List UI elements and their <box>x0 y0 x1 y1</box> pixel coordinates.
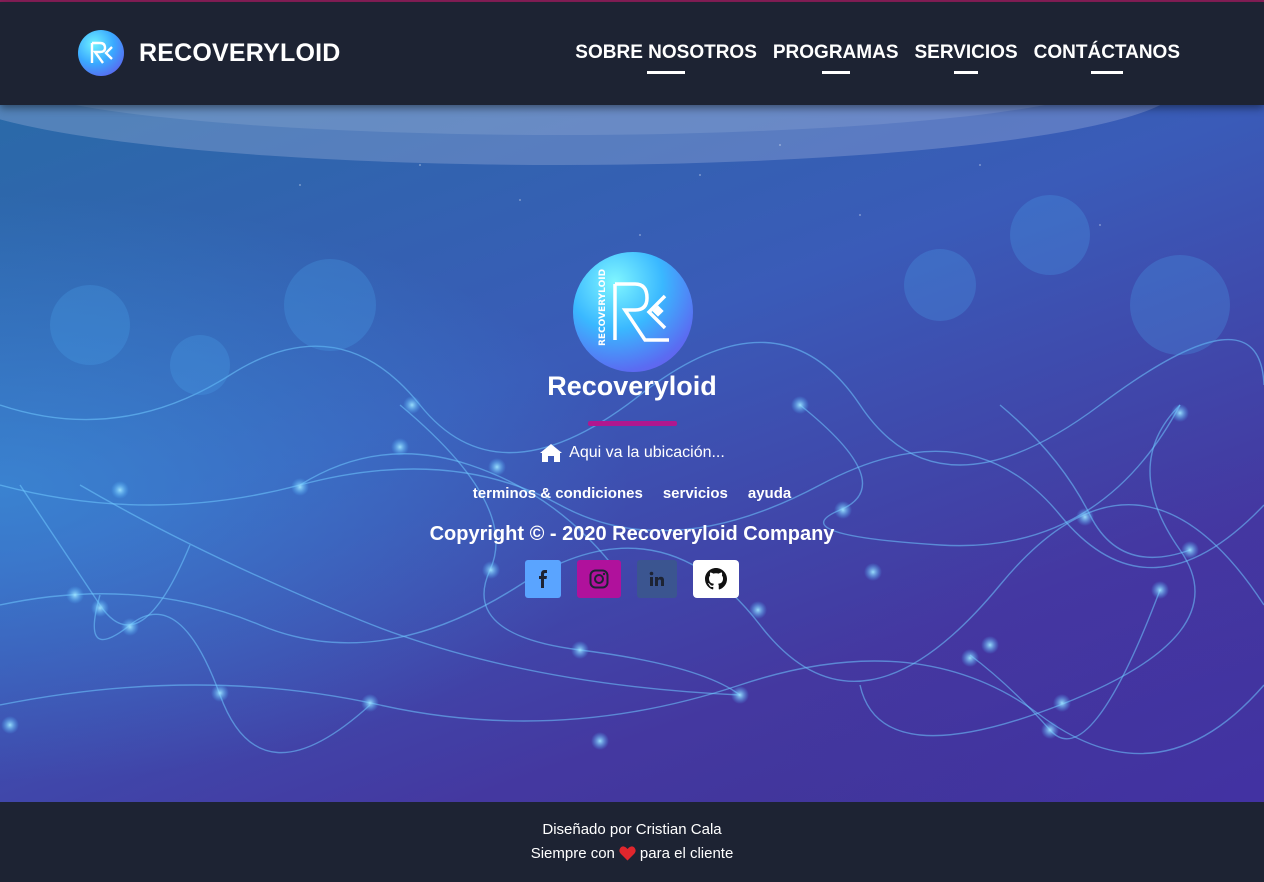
instagram-button[interactable] <box>577 560 621 598</box>
rc-logo-icon: RECOVERYLOID <box>598 269 669 346</box>
tagline: Siempre con para el cliente <box>0 845 1264 862</box>
rc-logo-icon <box>90 41 113 64</box>
linkedin-button[interactable] <box>637 560 677 598</box>
facebook-icon <box>539 570 547 588</box>
bottom-footer: Diseñado por Cristian Cala Siempre con p… <box>0 802 1264 882</box>
nav-item-servicios[interactable]: SERVICIOS <box>915 42 1018 74</box>
nav-underline <box>954 71 979 74</box>
link-servicios[interactable]: servicios <box>663 485 728 502</box>
tagline-before: Siempre con <box>530 845 615 862</box>
linkedin-icon <box>649 571 664 586</box>
copyright: Copyright © - 2020 Recoveryloid Company <box>429 523 835 545</box>
nav-item-programas[interactable]: PROGRAMAS <box>773 42 899 74</box>
tagline-after: para el cliente <box>639 845 734 862</box>
link-ayuda[interactable]: ayuda <box>748 485 791 502</box>
brand-name[interactable]: RECOVERYLOID <box>139 39 341 68</box>
company-name: Recoveryloid <box>547 371 717 401</box>
home-icon <box>540 444 563 462</box>
facebook-button[interactable] <box>525 560 561 598</box>
footer-links: terminos & condiciones servicios ayuda <box>0 485 1264 502</box>
github-icon <box>705 568 727 590</box>
github-button[interactable] <box>693 560 739 598</box>
title-underline <box>588 421 677 426</box>
nav-underline <box>647 71 686 74</box>
navbar: RECOVERYLOID SOBRE NOSOTROS PROGRAMAS SE… <box>0 2 1264 105</box>
nav-item-label[interactable]: SOBRE NOSOTROS <box>575 42 757 64</box>
social-links <box>525 560 739 598</box>
location: Aqui va la ubicación... <box>0 443 1264 463</box>
brand-logo[interactable] <box>78 30 124 76</box>
nav-underline <box>1090 71 1123 74</box>
designer-credit: Diseñado por Cristian Cala <box>542 821 722 838</box>
nav-item-sobre-nosotros[interactable]: SOBRE NOSOTROS <box>575 42 757 74</box>
link-terminos[interactable]: terminos & condiciones <box>473 485 643 502</box>
nav-item-label[interactable]: PROGRAMAS <box>773 42 899 64</box>
nav-item-label[interactable]: CONTÁCTANOS <box>1034 42 1180 64</box>
hero-section: RECOVERYLOID Recoveryloid Aqui va la ubi… <box>0 105 1264 802</box>
company-footer-card: RECOVERYLOID Recoveryloid Aqui va la ubi… <box>0 105 1264 802</box>
nav-underline <box>821 71 850 74</box>
main-nav: SOBRE NOSOTROS PROGRAMAS SERVICIOS CONTÁ… <box>559 42 1180 74</box>
heart-icon <box>619 846 636 861</box>
location-text: Aqui va la ubicación... <box>569 444 725 461</box>
company-logo: RECOVERYLOID <box>573 252 693 372</box>
brand[interactable]: RECOVERYLOID <box>78 30 341 76</box>
nav-item-contactanos[interactable]: CONTÁCTANOS <box>1034 42 1180 74</box>
logo-side-text: RECOVERYLOID <box>598 269 608 346</box>
instagram-icon <box>589 569 609 589</box>
nav-item-label[interactable]: SERVICIOS <box>915 42 1018 64</box>
